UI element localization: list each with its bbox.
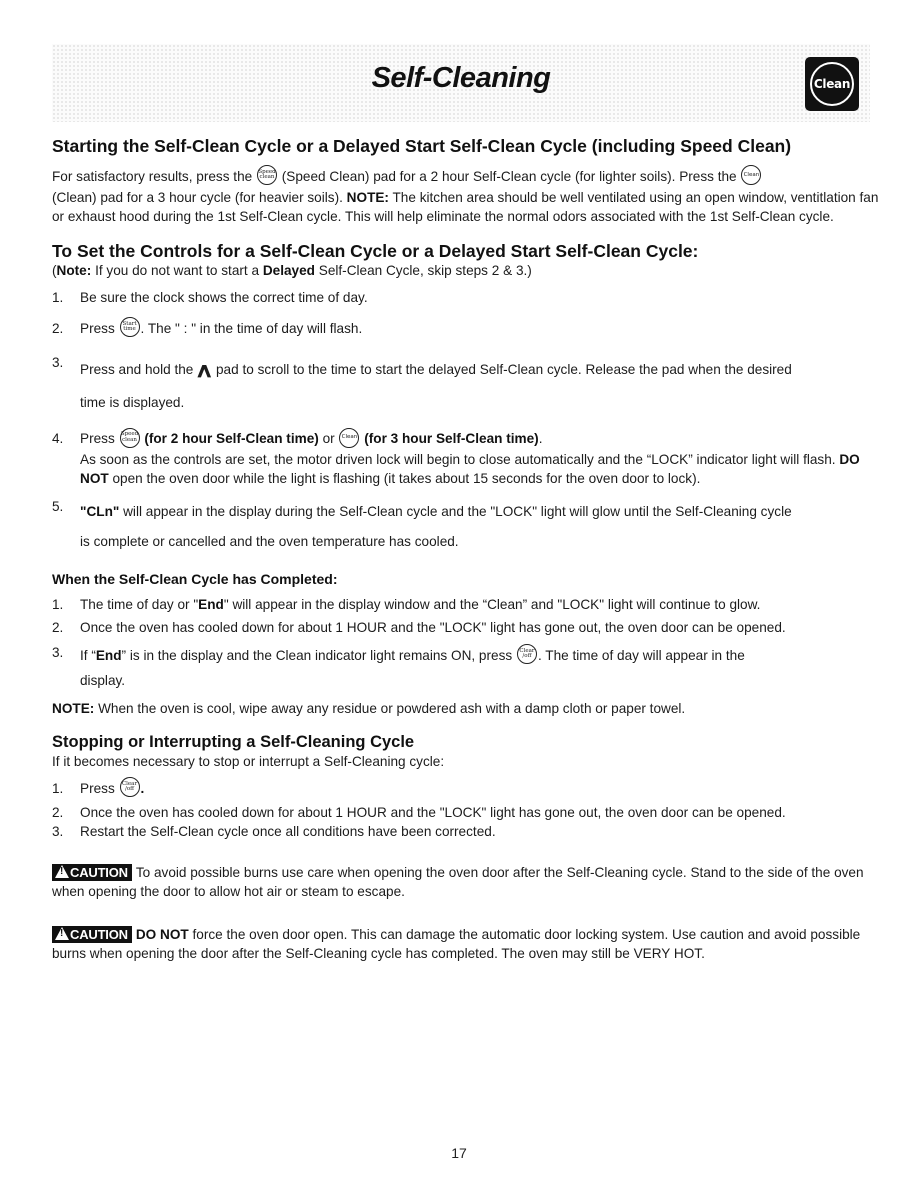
list-item: 4. Press Speed clean (for 2 hour Self-Cle…: [52, 427, 882, 487]
set-controls-steps: 1. Be sure the clock shows the correct ti…: [52, 288, 882, 557]
warning-icon: [55, 926, 69, 940]
completed-steps: 1. The time of day or "End" will appear …: [52, 595, 882, 693]
list-item: 3. Restart the Self-Clean cycle once all …: [52, 823, 496, 839]
clear-off-pad-icon: Clear/off: [119, 777, 140, 798]
stopping-steps: 1. Press Clear/off. 2. Once the oven has …: [52, 777, 882, 841]
document-body: Starting the Self-Clean Cycle or a Delay…: [52, 134, 882, 963]
clear-off-pad-icon: Clear/off: [516, 644, 537, 665]
list-item: 2. Press Start time. The " : " in the tim…: [52, 317, 882, 339]
warning-icon: [55, 864, 69, 878]
stopping-intro: If it becomes necessary to stop or inter…: [52, 753, 445, 769]
list-item: 1. The time of day or "End" will appear …: [52, 596, 761, 612]
list-item: 1. Be sure the clock shows the correct ti…: [52, 290, 368, 305]
caution-block: CAUTIONDO NOT force the oven door open. …: [52, 925, 882, 963]
caution-badge: CAUTION: [52, 863, 132, 881]
list-item: 1. Press Clear/off.: [52, 777, 882, 801]
section1-paragraph: For satisfactory results, press the Spee…: [52, 165, 882, 188]
clean-pad-icon: Clean: [339, 427, 360, 448]
list-item: 3. If “End” is in the display and the Cl…: [52, 644, 745, 688]
start-time-pad-icon: Start time: [119, 317, 140, 338]
list-item: 3. Press and hold the∧ pad to scroll to t…: [52, 355, 792, 411]
clean-pad-icon: Clean: [805, 57, 859, 111]
up-arrow-pad-icon: ∧: [195, 359, 215, 382]
page-number: 17: [451, 1145, 467, 1161]
speed-clean-pad-icon: Speed clean: [119, 427, 140, 448]
clean-badge-label: Clean: [813, 77, 851, 91]
clean-pad-icon: Clean: [741, 165, 762, 186]
section-heading-completed: When the Self-Clean Cycle has Completed:: [52, 570, 338, 587]
section2-note: (Note: If you do not want to start a Del…: [52, 263, 532, 278]
list-item: 2. Once the oven has cooled down for abou…: [52, 804, 786, 820]
caution-badge: CAUTION: [52, 925, 132, 943]
section1-paragraph-cont: (Clean) pad for a 3 hour cycle (for heav…: [52, 190, 879, 224]
section-heading-starting: Starting the Self-Clean Cycle or a Delay…: [52, 136, 792, 156]
completed-note: NOTE: When the oven is cool, wipe away a…: [52, 700, 686, 716]
header-banner: Self-Cleaning: [52, 44, 870, 122]
section-heading-stopping: Stopping or Interrupting a Self-Cleaning…: [52, 732, 415, 751]
page-title: Self-Cleaning: [371, 62, 551, 94]
speed-clean-pad-icon: Speed clean: [256, 165, 277, 186]
section-heading-set-controls: To Set the Controls for a Self-Clean Cyc…: [52, 241, 699, 261]
note-label: NOTE:: [346, 190, 389, 205]
list-item: 2. Once the oven has cooled down for abou…: [52, 619, 786, 635]
list-item: 5. "CLn" will appear in the display duri…: [52, 498, 792, 549]
caution-block: CAUTIONTo avoid possible burns use care …: [52, 863, 882, 901]
